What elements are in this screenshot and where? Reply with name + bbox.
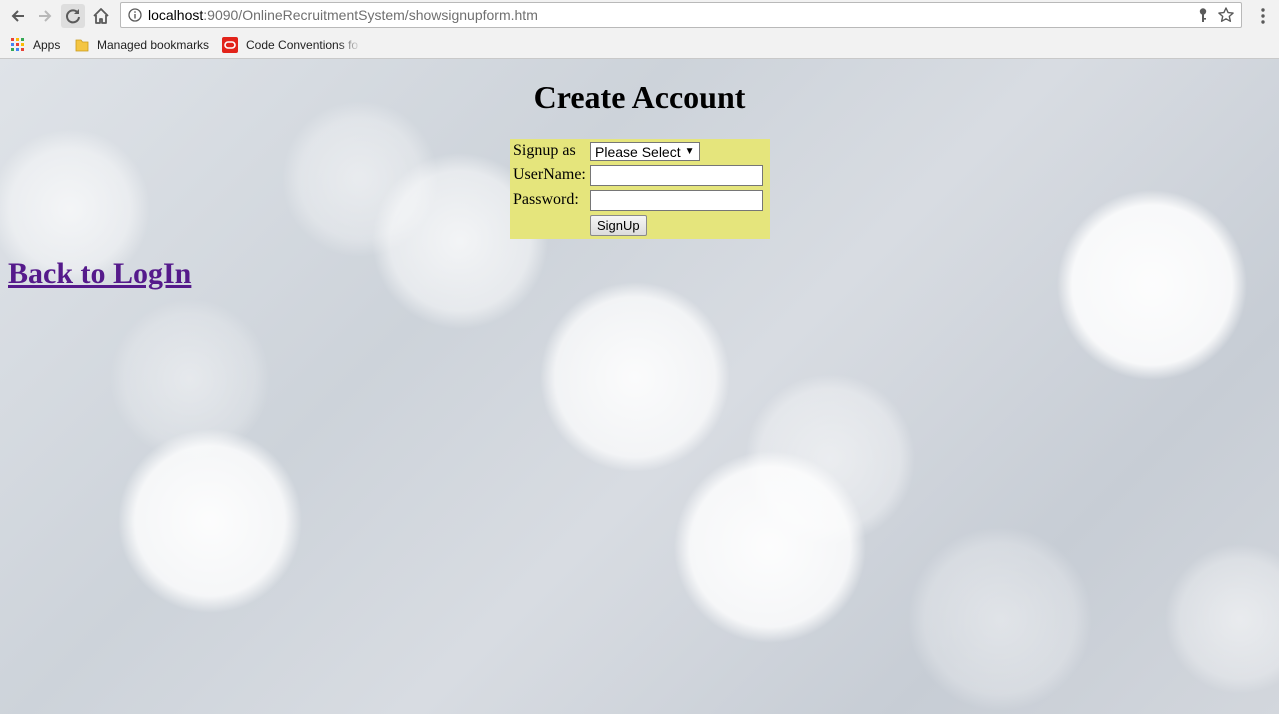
home-icon <box>93 8 109 24</box>
forward-button[interactable] <box>33 4 57 28</box>
bookmarks-bar: Apps Managed bookmarks Code Conventions … <box>0 32 1279 59</box>
forward-arrow-icon <box>39 10 52 22</box>
password-input[interactable] <box>590 190 763 211</box>
page-content: Create Account Signup as Please Select ▼… <box>0 59 1279 714</box>
bookmark-managed-label: Managed bookmarks <box>97 38 210 52</box>
home-button[interactable] <box>89 4 113 28</box>
password-label: Password: <box>513 191 579 208</box>
username-label: UserName: <box>513 166 586 183</box>
back-button[interactable] <box>6 4 30 28</box>
address-bar[interactable]: localhost:9090/OnlineRecruitmentSystem/s… <box>120 2 1242 28</box>
menu-dots-icon <box>1261 8 1265 24</box>
browser-menu-button[interactable] <box>1254 5 1272 27</box>
apps-grid-icon <box>11 38 24 51</box>
star-icon[interactable] <box>1217 6 1235 24</box>
reload-button[interactable] <box>61 4 85 28</box>
signup-button[interactable]: SignUp <box>590 215 647 236</box>
signup-as-selected-value: Please Select <box>595 143 681 160</box>
signup-as-select[interactable]: Please Select ▼ <box>590 142 700 161</box>
url-path: :9090/OnlineRecruitmentSystem/showsignup… <box>203 7 538 23</box>
bookmark-managed[interactable]: Managed bookmarks <box>75 36 209 54</box>
folder-icon <box>75 39 89 52</box>
browser-toolbar: localhost:9090/OnlineRecruitmentSystem/s… <box>0 0 1279 32</box>
back-to-login-link[interactable]: Back to LogIn <box>8 257 191 291</box>
username-input[interactable] <box>590 165 763 186</box>
reload-icon <box>66 9 80 24</box>
bookmark-apps[interactable]: Apps <box>11 36 60 54</box>
bookmark-apps-label: Apps <box>33 38 61 52</box>
signup-as-label: Signup as <box>513 142 576 159</box>
bookmark-code-conventions[interactable]: Code Conventions fo <box>222 36 361 54</box>
url-text: localhost:9090/OnlineRecruitmentSystem/s… <box>148 7 538 23</box>
dropdown-arrow-icon: ▼ <box>684 146 695 157</box>
key-icon[interactable] <box>1195 7 1211 23</box>
url-host: localhost <box>148 7 204 23</box>
page-title: Create Account <box>533 79 746 115</box>
bookmark-code-conventions-label: Code Conventions fo <box>246 38 359 52</box>
signup-form: Signup as Please Select ▼ UserName: Pass… <box>510 139 770 239</box>
info-icon[interactable] <box>128 8 142 22</box>
back-arrow-icon <box>11 10 24 22</box>
oracle-icon <box>222 37 238 53</box>
